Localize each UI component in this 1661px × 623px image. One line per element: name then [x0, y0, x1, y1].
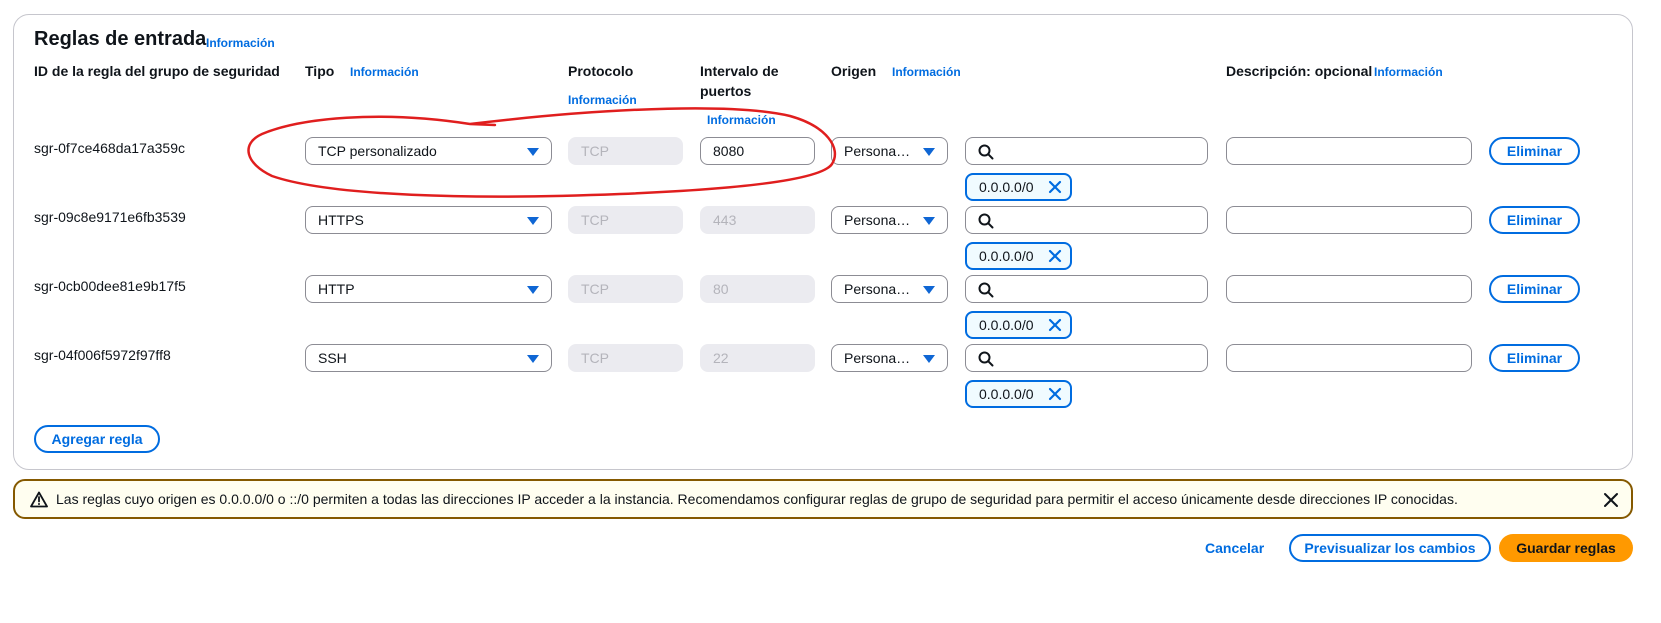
cancel-button[interactable]: Cancelar	[1205, 540, 1264, 556]
warning-alert-text: Las reglas cuyo origen es 0.0.0.0/0 o ::…	[56, 491, 1458, 507]
red-annotation-ellipse	[247, 107, 837, 198]
preview-changes-button[interactable]: Previsualizar los cambios	[1289, 534, 1491, 562]
warning-alert: Las reglas cuyo origen es 0.0.0.0/0 o ::…	[13, 479, 1633, 519]
save-rules-button[interactable]: Guardar reglas	[1499, 534, 1633, 562]
close-icon[interactable]	[1603, 492, 1619, 508]
warning-icon	[30, 491, 48, 508]
